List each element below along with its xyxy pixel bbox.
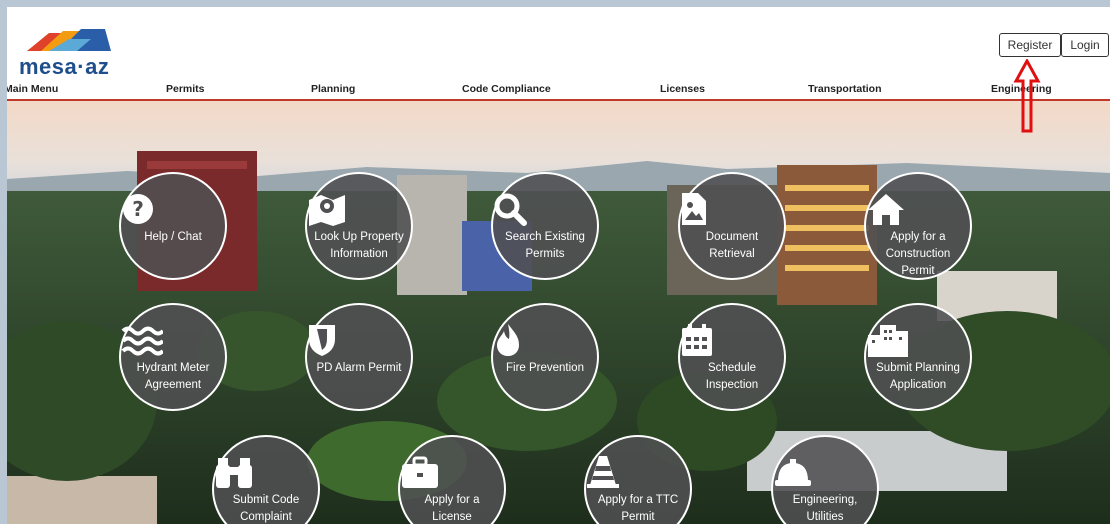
house-icon xyxy=(866,192,970,226)
tile-label: Hydrant Meter Agreement xyxy=(136,362,210,391)
tile-label: PD Alarm Permit xyxy=(316,362,402,374)
calendar-icon xyxy=(680,323,784,357)
shield-icon xyxy=(307,323,411,357)
tile-label: Apply for a License xyxy=(424,494,480,523)
browser-page: mesa·az Register Login Main Menu Permits… xyxy=(7,7,1110,524)
tile-help-chat[interactable]: ? Help / Chat xyxy=(119,172,227,280)
tile-label: Look Up Property Information xyxy=(314,231,404,260)
tile-schedule-inspection[interactable]: Schedule Inspection xyxy=(678,303,786,411)
tile-label: Submit Planning Application xyxy=(876,362,960,391)
annotation-arrow-icon xyxy=(1013,59,1041,133)
hero-city-background: ? Help / Chat Look Up Property Informati… xyxy=(7,101,1110,524)
nav-code-compliance[interactable]: Code Compliance xyxy=(462,83,551,95)
login-button[interactable]: Login xyxy=(1061,33,1109,57)
fire-icon xyxy=(493,323,597,357)
svg-text:?: ? xyxy=(132,197,144,221)
tile-document-retrieval[interactable]: Document Retrieval xyxy=(678,172,786,280)
buildings-icon xyxy=(866,323,970,357)
tile-construction-permit[interactable]: Apply for a Construction Permit xyxy=(864,172,972,280)
tile-label: Apply for a Construction Permit xyxy=(885,231,951,277)
tile-label: Search Existing Permits xyxy=(505,231,585,260)
tile-label: Submit Code Complaint xyxy=(232,494,300,523)
nav-transportation[interactable]: Transportation xyxy=(808,83,882,95)
tile-label: Schedule Inspection xyxy=(705,362,759,391)
tile-search-permits[interactable]: Search Existing Permits xyxy=(491,172,599,280)
mesa-logo[interactable]: mesa·az xyxy=(19,27,129,79)
briefcase-icon xyxy=(400,455,504,489)
tile-label: Apply for a TTC Permit xyxy=(597,494,679,523)
nav-planning[interactable]: Planning xyxy=(311,83,355,95)
map-marker-icon xyxy=(307,192,411,226)
water-icon xyxy=(121,323,225,357)
question-icon: ? xyxy=(121,192,225,226)
tile-label: Help / Chat xyxy=(144,231,202,243)
tile-pd-alarm[interactable]: PD Alarm Permit xyxy=(305,303,413,411)
tile-planning-application[interactable]: Submit Planning Application xyxy=(864,303,972,411)
nav-licenses[interactable]: Licenses xyxy=(660,83,705,95)
search-icon xyxy=(493,192,597,226)
tile-label: Fire Prevention xyxy=(506,362,584,374)
logo-icon xyxy=(27,29,111,51)
nav-permits[interactable]: Permits xyxy=(166,83,205,95)
nav-main-menu[interactable]: Main Menu xyxy=(7,83,58,95)
tile-label: Document Retrieval xyxy=(705,231,759,260)
register-button[interactable]: Register xyxy=(999,33,1061,57)
traffic-cone-icon xyxy=(586,455,690,489)
logo-text: mesa·az xyxy=(19,54,110,79)
document-image-icon xyxy=(680,192,784,226)
tile-label: Engineering, Utilities xyxy=(792,494,858,523)
tile-hydrant-meter[interactable]: Hydrant Meter Agreement xyxy=(119,303,227,411)
main-nav: Main Menu Permits Planning Code Complian… xyxy=(7,83,1110,99)
hard-hat-icon xyxy=(773,455,877,489)
tile-property-info[interactable]: Look Up Property Information xyxy=(305,172,413,280)
tile-fire-prevention[interactable]: Fire Prevention xyxy=(491,303,599,411)
binoculars-icon xyxy=(214,455,318,489)
